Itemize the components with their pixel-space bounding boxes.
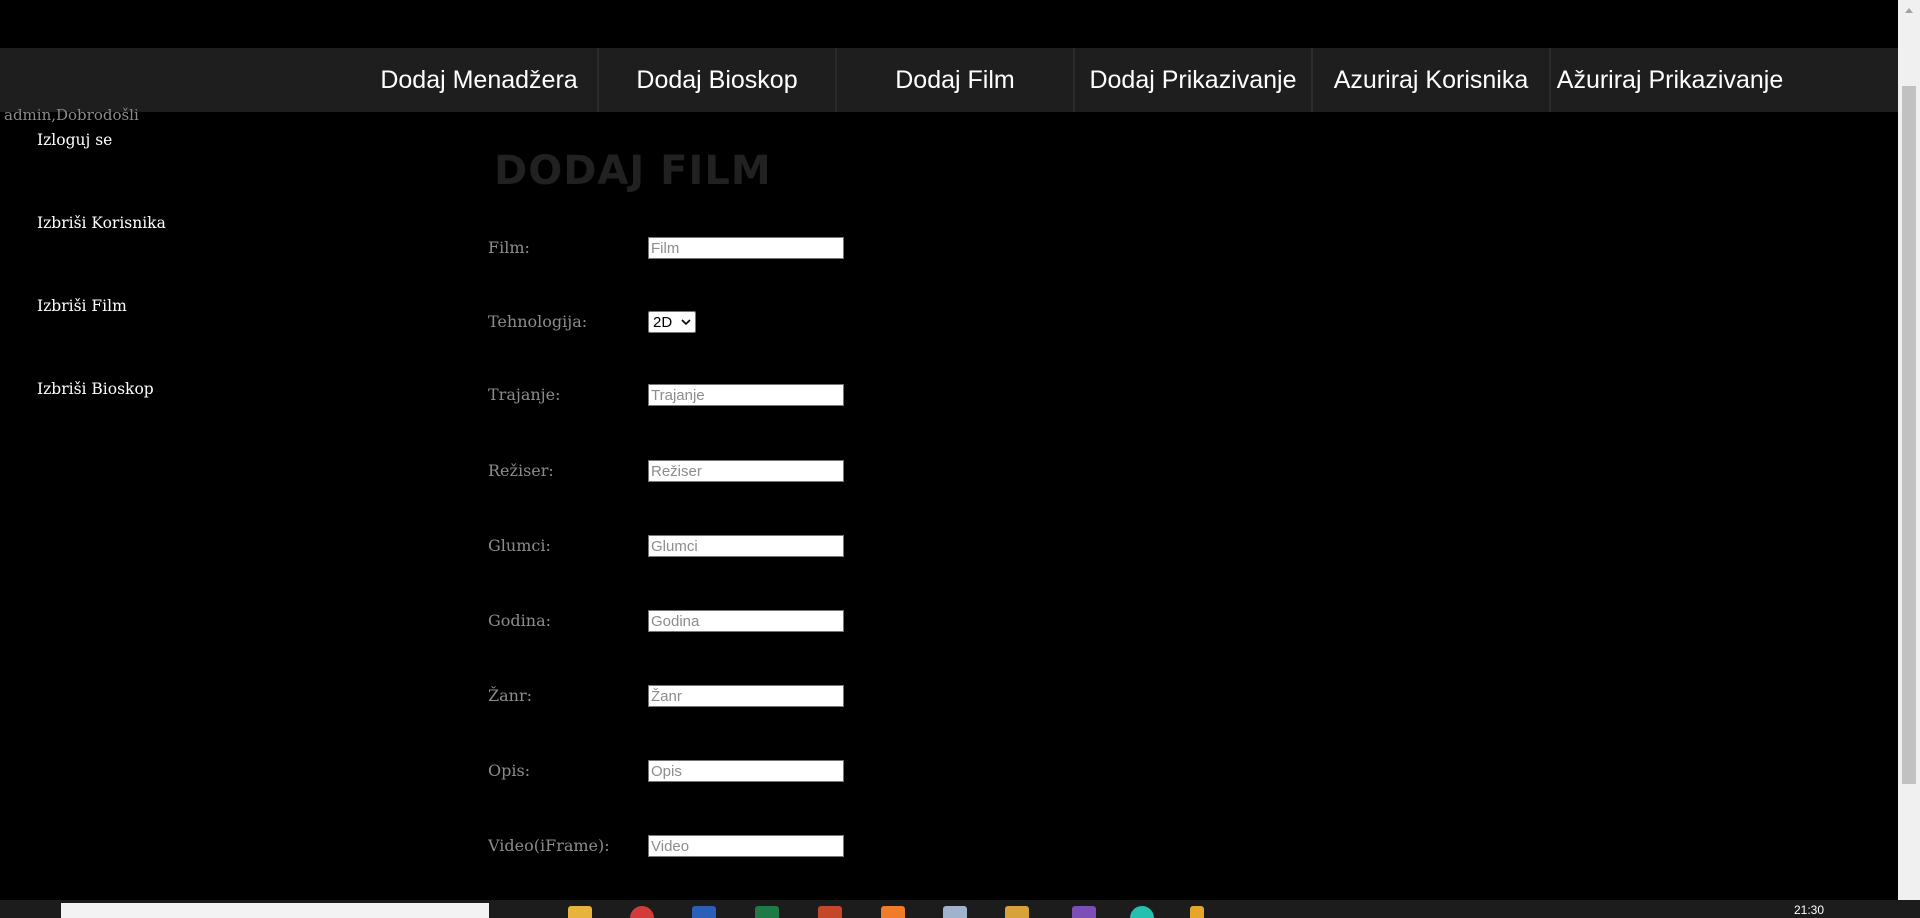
- taskbar-clock: 21:30: [1794, 903, 1825, 917]
- video-input[interactable]: [648, 835, 844, 857]
- visual-studio-icon[interactable]: [1072, 906, 1096, 918]
- opis-label: Opis:: [488, 761, 531, 780]
- excel-icon[interactable]: [755, 906, 779, 918]
- security-icon[interactable]: [943, 906, 967, 918]
- opis-row: Opis:: [488, 759, 848, 783]
- nav-dodaj-menadzera[interactable]: Dodaj Menadžera: [361, 48, 599, 112]
- chevron-down-icon: [681, 319, 691, 326]
- trajanje-input[interactable]: [648, 384, 844, 406]
- tehnologija-row: Tehnologija: 2D: [488, 310, 848, 334]
- main-nav: Dodaj Menadžera Dodaj Bioskop Dodaj Film…: [361, 48, 1789, 112]
- tehnologija-label: Tehnologija:: [488, 312, 588, 331]
- film-row: Film:: [488, 236, 848, 260]
- welcome-text: admin,Dobrodošli: [4, 106, 139, 124]
- app-icon[interactable]: [881, 906, 905, 918]
- sidebar-item-izbrisi-bioskop[interactable]: Izbriši Bioskop: [37, 380, 154, 398]
- zanr-input[interactable]: [648, 685, 844, 707]
- nav-dodaj-film[interactable]: Dodaj Film: [837, 48, 1075, 112]
- reziser-input[interactable]: [648, 460, 844, 482]
- powerpoint-icon[interactable]: [818, 906, 842, 918]
- video-label: Video(iFrame):: [488, 836, 610, 855]
- nav-azuriraj-prikazivanje[interactable]: Ažuriraj Prikazivanje: [1551, 48, 1789, 112]
- nav-dodaj-bioskop[interactable]: Dodaj Bioskop: [599, 48, 837, 112]
- taskbar-search-box[interactable]: [61, 903, 489, 918]
- tehnologija-select[interactable]: 2D: [648, 311, 696, 333]
- misc-app-icon[interactable]: [1190, 906, 1204, 918]
- word-icon[interactable]: [692, 906, 716, 918]
- glumci-label: Glumci:: [488, 536, 551, 555]
- file-explorer-icon[interactable]: [568, 906, 592, 918]
- reziser-row: Režiser:: [488, 459, 848, 483]
- opis-input[interactable]: [648, 760, 844, 782]
- scrollbar-thumb[interactable]: [1902, 86, 1916, 784]
- glumci-input[interactable]: [648, 535, 844, 557]
- sidebar-item-izloguj[interactable]: Izloguj se: [37, 131, 112, 149]
- zanr-label: Žanr:: [488, 686, 532, 705]
- sidebar-item-izbrisi-korisnika[interactable]: Izbriši Korisnika: [37, 214, 166, 232]
- folder-app-icon[interactable]: [1005, 906, 1029, 918]
- godina-input[interactable]: [648, 610, 844, 632]
- film-input[interactable]: [648, 237, 844, 259]
- film-label: Film:: [488, 238, 530, 257]
- trajanje-label: Trajanje:: [488, 385, 561, 404]
- glumci-row: Glumci:: [488, 534, 848, 558]
- trajanje-row: Trajanje:: [488, 383, 848, 407]
- sidebar-item-izbrisi-film[interactable]: Izbriši Film: [37, 297, 127, 315]
- reziser-label: Režiser:: [488, 461, 554, 480]
- godina-row: Godina:: [488, 609, 848, 633]
- video-row: Video(iFrame):: [488, 834, 848, 858]
- zanr-row: Žanr:: [488, 684, 848, 708]
- nav-azuriraj-korisnika[interactable]: Azuriraj Korisnika: [1313, 48, 1551, 112]
- nav-dodaj-prikazivanje[interactable]: Dodaj Prikazivanje: [1075, 48, 1313, 112]
- tehnologija-selected-value: 2D: [653, 313, 673, 331]
- scroll-up-arrow-icon[interactable]: [1904, 6, 1914, 16]
- page-title: DODAJ FILM: [494, 148, 772, 194]
- godina-label: Godina:: [488, 611, 552, 630]
